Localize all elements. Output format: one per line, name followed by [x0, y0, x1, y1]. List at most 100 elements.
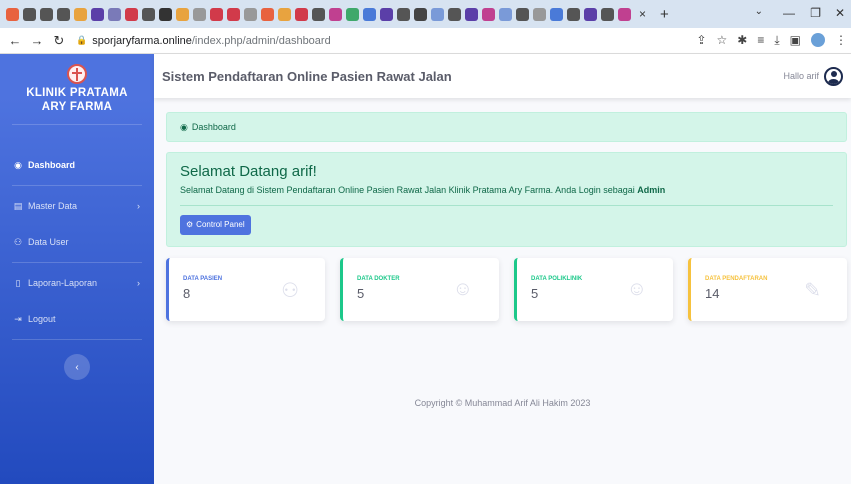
sidebar-item-logout[interactable]: ⇥ Logout	[0, 301, 154, 337]
page-title: Sistem Pendaftaran Online Pasien Rawat J…	[162, 68, 452, 84]
tachometer-icon: ◉	[180, 121, 188, 132]
browser-tab-bar: × + ⌄ — ❐ ✕	[0, 0, 851, 28]
forward-icon[interactable]: →	[30, 33, 44, 48]
sidebar-item-label: Laporan-Laporan	[28, 278, 98, 288]
tab-favicon[interactable]	[499, 7, 512, 21]
sidebar-item-data-user[interactable]: ⚇ Data User	[0, 224, 154, 260]
welcome-message: Selamat Datang di Sistem Pendaftaran Onl…	[180, 185, 833, 195]
tab-favicon[interactable]	[482, 7, 495, 21]
welcome-divider	[180, 205, 833, 206]
tab-favicon[interactable]	[159, 7, 172, 21]
sidebar-toggle-button[interactable]: ‹	[64, 354, 90, 380]
sidebar-brand[interactable]: KLINIK PRATAMA ARY FARMA	[12, 54, 142, 125]
file-icon: ▯	[15, 277, 21, 288]
tab-favicon[interactable]	[397, 7, 410, 21]
tab-favicon[interactable]	[618, 7, 631, 21]
tab-favicon[interactable]	[448, 7, 461, 21]
brand-name-line2: ARY FARMA	[41, 101, 113, 113]
sidebar-item-dashboard[interactable]: ◉ Dashboard	[0, 147, 154, 183]
tab-favicon[interactable]	[516, 7, 529, 21]
tab-favicon[interactable]	[567, 7, 580, 21]
stat-card-pasien[interactable]: DATA PASIEN 8 ⚇	[166, 258, 325, 321]
download-icon[interactable]: ⤓	[774, 33, 779, 48]
address-bar: ← → ↻ 🔒 sporjaryfarma.online/index.php/a…	[0, 28, 851, 54]
stat-card-label: DATA PASIEN	[183, 276, 223, 282]
tab-favicon[interactable]	[533, 7, 546, 21]
close-window-button[interactable]: ✕	[835, 6, 845, 20]
reading-list-icon[interactable]: ≡	[757, 33, 764, 48]
user-greeting: Hallo arif	[783, 71, 819, 81]
edit-icon: ✎	[804, 280, 821, 302]
tab-favicon[interactable]	[278, 7, 291, 21]
folder-icon: ▤	[13, 200, 23, 211]
sidebar-item-laporan[interactable]: ▯ Laporan-Laporan ›	[0, 265, 154, 301]
tab-favicon[interactable]	[414, 7, 427, 21]
tab-favicon[interactable]	[193, 7, 206, 21]
tab-favicon[interactable]	[74, 7, 87, 21]
tab-favicon[interactable]	[550, 7, 563, 21]
reload-icon[interactable]: ↻	[52, 33, 66, 49]
breadcrumb: ◉ Dashboard	[166, 112, 847, 142]
stat-card-pendaftaran[interactable]: DATA PENDAFTARAN 14 ✎	[688, 258, 847, 321]
tab-favicon[interactable]	[329, 7, 342, 21]
share-icon[interactable]: ⇪	[696, 33, 706, 48]
tab-favicon[interactable]	[312, 7, 325, 21]
tab-favicon[interactable]	[40, 7, 53, 21]
users-icon: ⚇	[13, 236, 23, 247]
sidebar-divider	[12, 185, 142, 186]
tab-favicon[interactable]	[244, 7, 257, 21]
sidebar-item-label: Data User	[28, 237, 69, 247]
tab-favicon[interactable]	[227, 7, 240, 21]
stat-card-label: DATA DOKTER	[357, 276, 400, 282]
tab-favicon[interactable]	[142, 7, 155, 21]
url-host: sporjaryfarma.online	[92, 34, 192, 47]
tab-close-icon[interactable]: ×	[639, 7, 646, 21]
tab-favicon[interactable]	[465, 7, 478, 21]
tab-favicon[interactable]	[584, 7, 597, 21]
profile-avatar-icon[interactable]	[811, 33, 825, 47]
minimize-button[interactable]: —	[783, 6, 795, 20]
tab-favicon[interactable]	[91, 7, 104, 21]
browser-toolbar-right: ⇪ ☆ ✱ ≡ ⤓ ▣ ⋮	[696, 33, 847, 48]
sidebar-item-master-data[interactable]: ▤ Master Data ›	[0, 188, 154, 224]
split-view-icon[interactable]: ▣	[790, 33, 801, 48]
tab-favicon[interactable]	[431, 7, 444, 21]
sidebar: KLINIK PRATAMA ARY FARMA ◉ Dashboard ▤ M…	[0, 54, 154, 484]
tab-favicon[interactable]	[176, 7, 189, 21]
tab-favicon[interactable]	[23, 7, 36, 21]
tab-favicon[interactable]	[125, 7, 138, 21]
welcome-panel: Selamat Datang arif! Selamat Datang di S…	[166, 152, 847, 247]
tab-favicon[interactable]	[380, 7, 393, 21]
user-icon: ☺	[626, 278, 647, 300]
tab-favicon[interactable]	[295, 7, 308, 21]
stat-card-dokter[interactable]: DATA DOKTER 5 ☺	[340, 258, 499, 321]
tab-favicon[interactable]	[210, 7, 223, 21]
tab-search-chevron-icon[interactable]: ⌄	[755, 6, 763, 17]
tab-favicon[interactable]	[601, 7, 614, 21]
tab-favicon[interactable]	[108, 7, 121, 21]
sidebar-item-label: Dashboard	[28, 160, 76, 170]
url-field[interactable]: 🔒 sporjaryfarma.online/index.php/admin/d…	[76, 35, 331, 47]
tab-favicon[interactable]	[346, 7, 359, 21]
user-menu[interactable]: Hallo arif	[783, 66, 843, 86]
bookmark-star-icon[interactable]: ☆	[717, 33, 728, 48]
tab-favicon[interactable]	[57, 7, 70, 21]
extensions-icon[interactable]: ✱	[737, 33, 747, 48]
maximize-button[interactable]: ❐	[810, 6, 821, 20]
tab-favicon[interactable]	[261, 7, 274, 21]
tab-favicon[interactable]	[6, 7, 19, 21]
stat-card-value: 8	[183, 286, 191, 301]
stat-card-poliklinik[interactable]: DATA POLIKLINIK 5 ☺	[514, 258, 673, 321]
control-panel-button[interactable]: ⚙ Control Panel	[180, 214, 251, 235]
user-avatar-icon[interactable]	[824, 66, 843, 86]
tab-favicon[interactable]	[363, 7, 376, 21]
users-icon: ⚇	[281, 280, 299, 302]
stat-card-value: 14	[705, 286, 720, 301]
footer-copyright: Copyright © Muhammad Arif Ali Hakim 2023	[414, 398, 591, 408]
sidebar-divider	[12, 262, 142, 263]
back-icon[interactable]: ←	[8, 33, 22, 48]
sidebar-nav: ◉ Dashboard ▤ Master Data › ⚇ Data User …	[0, 147, 154, 380]
brand-name-line1: KLINIK PRATAMA	[26, 87, 128, 99]
browser-menu-icon[interactable]: ⋮	[835, 33, 847, 48]
new-tab-button[interactable]: +	[660, 6, 669, 23]
